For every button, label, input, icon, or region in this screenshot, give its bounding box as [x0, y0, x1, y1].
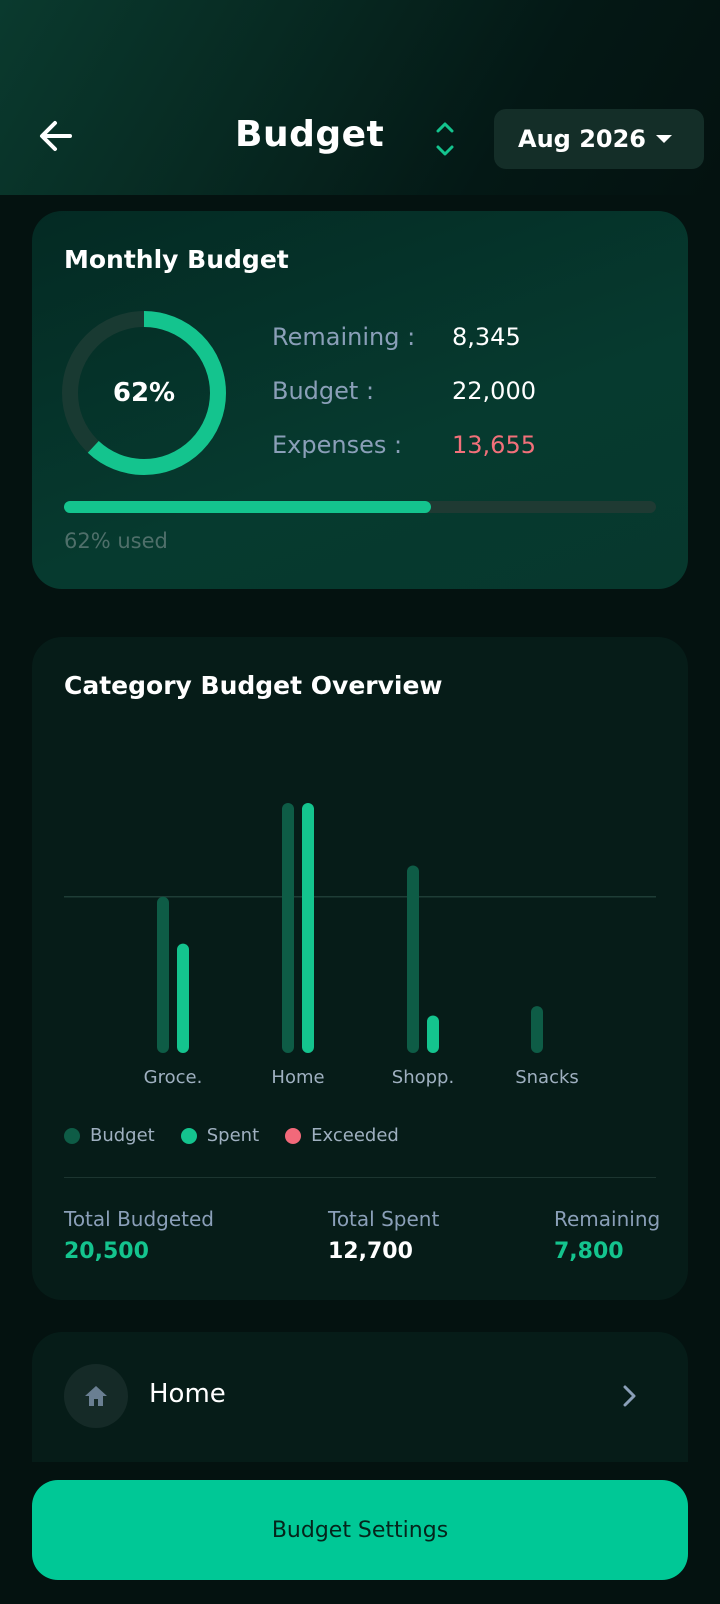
category-item-home-label[interactable]: Home — [149, 1379, 226, 1409]
total-budgeted-label: Total Budgeted — [64, 1207, 214, 1231]
x-tick-label: Snacks — [515, 1067, 579, 1088]
header: Budget Aug 2026 — [0, 0, 720, 195]
month-label: Aug 2026 — [518, 125, 646, 153]
legend-exceeded-dot — [285, 1127, 302, 1144]
total-spent-value: 12,700 — [328, 1239, 413, 1264]
total-spent-label: Total Spent — [328, 1207, 440, 1231]
legend-exceeded: Exceeded — [285, 1125, 399, 1146]
chevron-right-icon — [623, 1385, 636, 1407]
bar-budget-snacks — [531, 1006, 543, 1053]
x-tick-label: Home — [271, 1067, 324, 1088]
remaining-value: 8,345 — [452, 323, 521, 351]
category-list: Home — [32, 1332, 688, 1472]
bar-budget-shopp — [407, 865, 419, 1053]
bar-budget-home — [282, 803, 294, 1053]
budget-label: Budget : — [272, 377, 375, 405]
caret-down-icon — [656, 135, 672, 143]
bar-spent-shopp — [427, 1015, 439, 1053]
budget-settings-button[interactable]: Budget Settings — [32, 1480, 688, 1580]
monthly-budget-title: Monthly Budget — [64, 245, 289, 274]
sort-updown-icon — [436, 122, 454, 156]
legend-budget-dot — [64, 1127, 80, 1144]
back-button[interactable] — [36, 116, 76, 156]
budget-progress-bar — [64, 501, 656, 513]
expenses-label: Expenses : — [272, 431, 403, 459]
legend-budget-label: Budget — [90, 1125, 155, 1146]
bar-spent-groce — [177, 943, 189, 1053]
category-bar-chart: Groce. Home Shopp. Snacks — [64, 803, 656, 1088]
page-title: Budget — [235, 114, 385, 155]
category-overview-card: Category Budget Overview Groce. Home Shopp… — [32, 637, 688, 1300]
totals-divider — [64, 1177, 656, 1178]
home-icon — [85, 1386, 107, 1406]
monthly-budget-card: Monthly Budget 62% Remaining : 8,345 Bud… — [32, 211, 688, 589]
remaining-total-value: 7,800 — [554, 1239, 624, 1264]
total-budgeted-value: 20,500 — [64, 1239, 149, 1264]
x-tick-label: Shopp. — [392, 1067, 454, 1088]
chart-legend: Budget Spent Exceeded — [64, 1125, 399, 1146]
category-item-home-chevron[interactable] — [620, 1382, 640, 1410]
legend-spent-dot — [180, 1127, 197, 1144]
progress-text: 62% used — [64, 529, 168, 553]
x-tick-label: Groce. — [144, 1067, 203, 1088]
bar-spent-home — [302, 803, 314, 1053]
legend-spent: Spent — [180, 1125, 260, 1146]
month-selector[interactable]: Aug 2026 — [494, 109, 704, 169]
expenses-value: 13,655 — [452, 431, 536, 459]
legend-spent-label: Spent — [206, 1125, 260, 1146]
remaining-total-label: Remaining — [554, 1207, 661, 1231]
bar-budget-groce — [157, 896, 169, 1053]
donut-percent: 62% — [112, 378, 176, 408]
remaining-label: Remaining : — [272, 323, 416, 351]
budget-value: 22,000 — [452, 377, 536, 405]
home-avatar — [64, 1364, 128, 1428]
budget-progress-fill — [64, 501, 432, 513]
sort-button[interactable] — [433, 120, 457, 158]
legend-budget: Budget — [64, 1125, 155, 1146]
legend-exceeded-label: Exceeded — [311, 1125, 399, 1146]
arrow-left-icon — [40, 121, 72, 151]
